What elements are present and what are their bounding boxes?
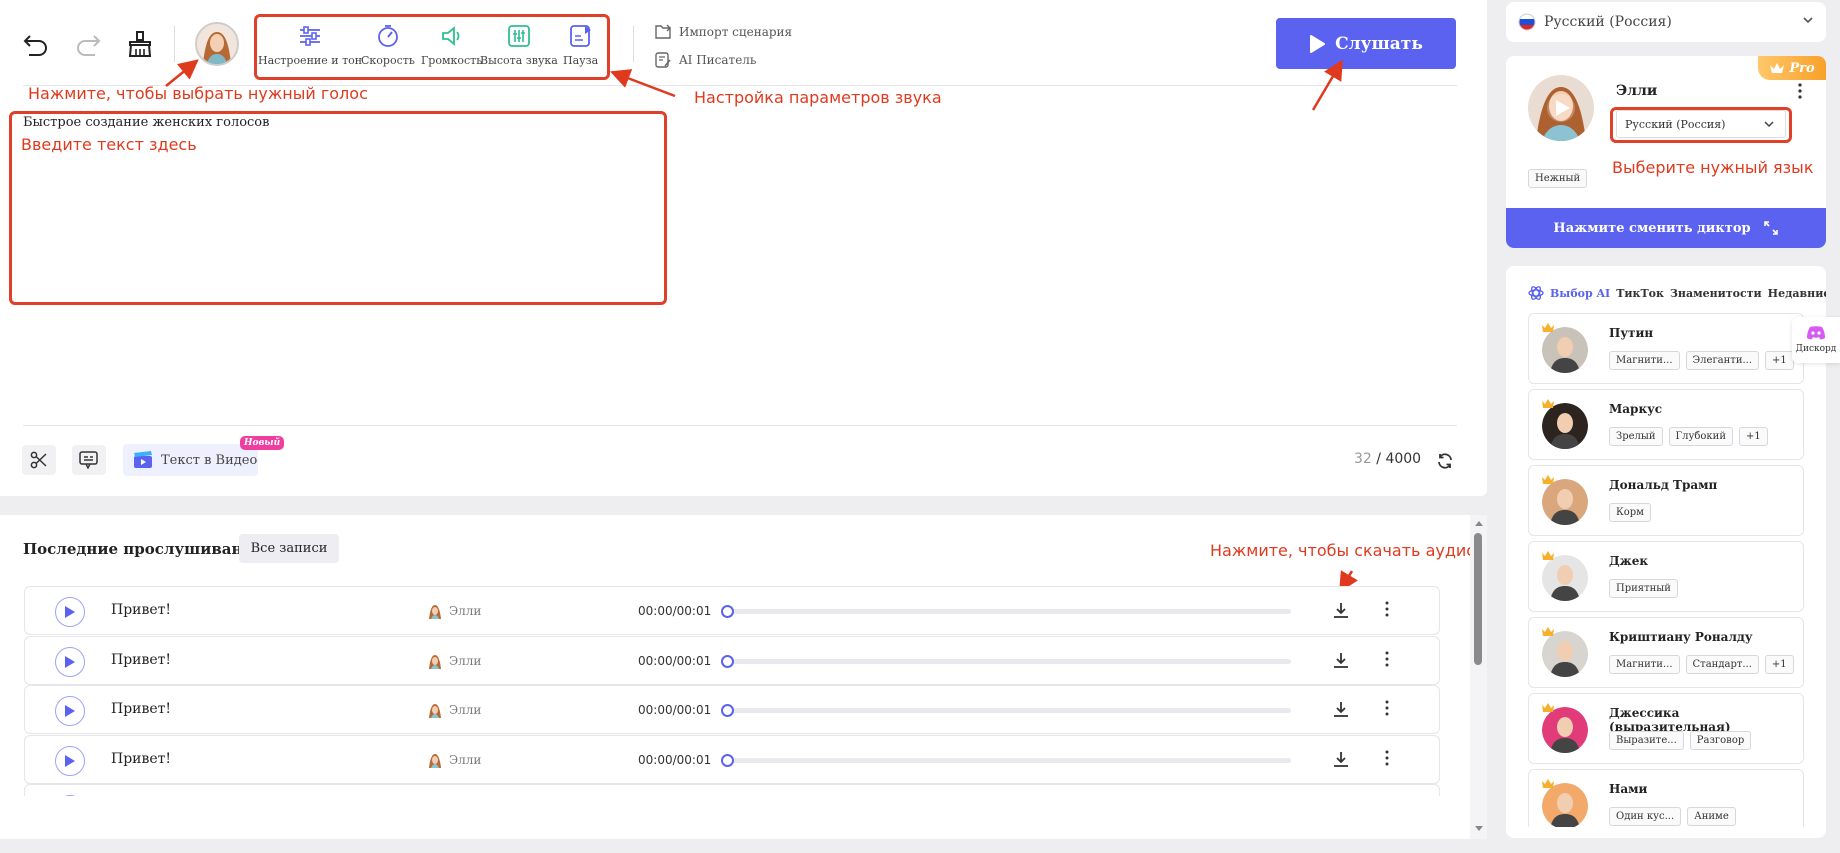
tab-recent[interactable]: Недавние [1768, 287, 1826, 300]
text-highlight-box [9, 111, 667, 305]
speaker-name: Элли [1616, 83, 1658, 99]
crown-icon [1541, 398, 1555, 409]
tab-tiktok[interactable]: ТикТок [1616, 287, 1664, 300]
voice-card[interactable]: Джек Приятный [1528, 541, 1804, 612]
speaker-tag-label: Нежный [1528, 169, 1588, 188]
voice-tag: Элеганти... [1685, 351, 1760, 370]
voice-tag: Разговор [1689, 731, 1752, 750]
voice-tag: Аниме [1687, 807, 1736, 826]
crown-icon [1541, 702, 1555, 713]
voice-tabs: Выбор AI ТикТок Знаменитости Недавние [1528, 285, 1826, 301]
voice-card[interactable]: Дональд Трамп Корм [1528, 465, 1804, 536]
language-select-top[interactable]: Русский (Россия) [1506, 2, 1826, 42]
voice-tag: Один кус... [1609, 807, 1682, 826]
language-top-label: Русский (Россия) [1544, 14, 1672, 30]
voice-tags: Магнити... Стандарт... +1 [1609, 652, 1800, 674]
voice-tag: Корм [1609, 503, 1651, 522]
more-vertical-icon[interactable] [1798, 83, 1802, 99]
voice-tag: Приятный [1609, 579, 1678, 598]
pro-badge: Pro [1758, 56, 1826, 80]
discord-button[interactable]: Дискорд [1792, 317, 1840, 363]
voice-tags: Магнити... Элеганти... +1 [1609, 348, 1800, 370]
crown-icon [1541, 550, 1555, 561]
change-speaker-button[interactable]: Нажмите сменить диктор [1506, 208, 1826, 248]
change-speaker-label: Нажмите сменить диктор [1553, 220, 1751, 236]
crown-icon [1541, 778, 1555, 789]
expand-icon [1763, 220, 1779, 236]
voice-card[interactable]: Нами Один кус... Аниме [1528, 769, 1804, 827]
speaker-tag: Нежный [1528, 166, 1593, 188]
voice-card[interactable]: Джессика (выразительная) Выразите... Разг… [1528, 693, 1804, 764]
voice-tag: Глубокий [1668, 427, 1734, 446]
voice-tags: Выразите... Разговор [1609, 728, 1757, 750]
voice-tag: Выразите... [1609, 731, 1684, 750]
voice-card[interactable]: Путин Магнити... Элеганти... +1 [1528, 313, 1804, 384]
language-highlight-box [1610, 107, 1792, 143]
discord-label: Дискорд [1795, 344, 1837, 354]
voice-tags: Приятный [1609, 576, 1684, 598]
ai-atom-icon [1528, 285, 1544, 301]
tab-celebrities[interactable]: Знаменитости [1670, 287, 1762, 300]
voice-card[interactable]: Маркус Зрелый Глубокий +1 [1528, 389, 1804, 460]
voice-avatar [1542, 783, 1588, 827]
annotation-language: Выберите нужный язык [1612, 158, 1814, 177]
tab-ai-choice[interactable]: Выбор AI [1550, 287, 1610, 300]
voice-tag: Стандарт... [1685, 655, 1759, 674]
voice-tag: Магнити... [1609, 655, 1680, 674]
crown-icon [1769, 62, 1785, 74]
voice-tags: Один кус... Аниме [1609, 804, 1742, 826]
voice-avatar [1542, 707, 1588, 753]
speaker-avatar[interactable] [1528, 75, 1594, 141]
crown-icon [1541, 626, 1555, 637]
voice-tags: Зрелый Глубокий +1 [1609, 424, 1774, 446]
voice-tag: Зрелый [1609, 427, 1663, 446]
voice-tags: Корм [1609, 500, 1657, 522]
voice-tag: +1 [1765, 351, 1794, 370]
russia-flag-icon [1518, 13, 1536, 31]
voice-card[interactable]: Криштиану Роналду Магнити... Стандарт... +… [1528, 617, 1804, 688]
speaker-card: Pro Элли Русский (Россия) Выберите нужны… [1506, 56, 1826, 248]
voice-name: Криштиану Роналду [1609, 630, 1753, 644]
voice-avatar [1542, 403, 1588, 449]
voice-tag: Магнити... [1609, 351, 1680, 370]
voice-avatar [1542, 327, 1588, 373]
discord-icon [1806, 326, 1826, 340]
crown-icon [1541, 474, 1555, 485]
voice-name: Маркус [1609, 402, 1663, 416]
pro-label: Pro [1789, 60, 1815, 76]
crown-icon [1541, 322, 1555, 333]
voice-name: Джек [1609, 554, 1649, 568]
voice-tag: +1 [1739, 427, 1768, 446]
voice-avatar [1542, 479, 1588, 525]
voice-avatar [1542, 555, 1588, 601]
voice-name: Дональд Трамп [1609, 478, 1718, 492]
chevron-down-icon [1802, 14, 1814, 26]
voice-tag: +1 [1764, 655, 1794, 674]
voice-name: Нами [1609, 782, 1648, 796]
voice-name: Путин [1609, 326, 1654, 340]
voice-avatar [1542, 631, 1588, 677]
